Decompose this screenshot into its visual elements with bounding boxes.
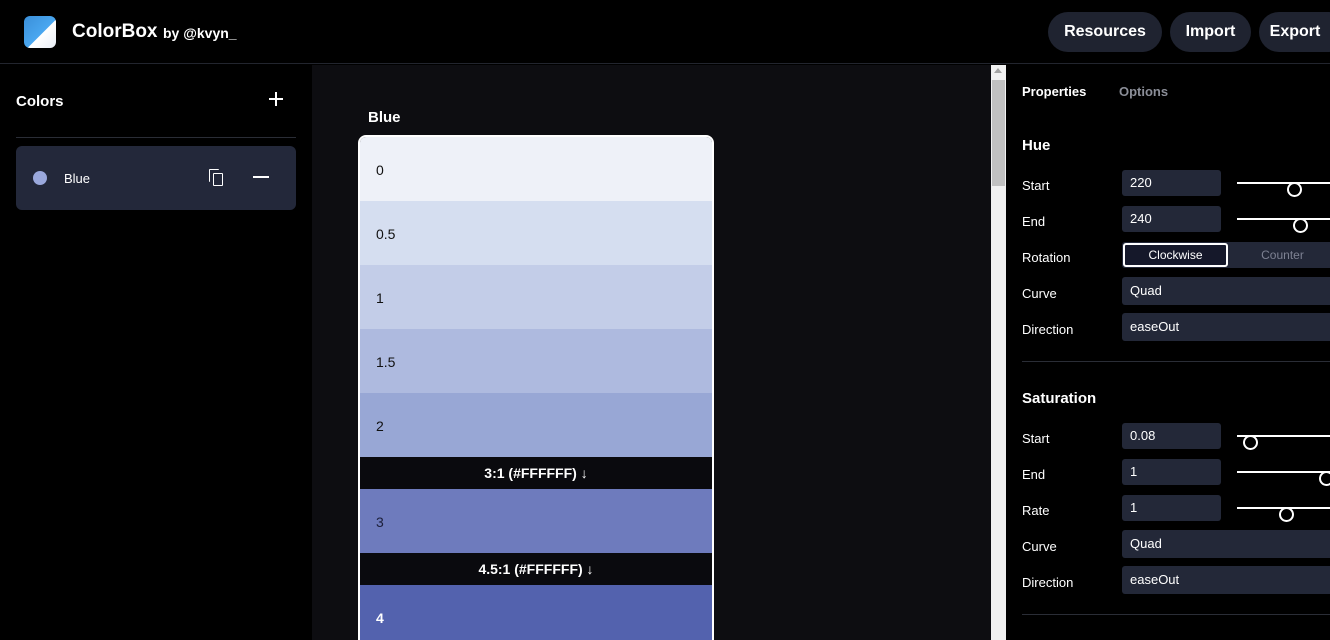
tab-options[interactable]: Options [1119, 84, 1168, 99]
rotation-clockwise[interactable]: Clockwise [1123, 243, 1228, 267]
main-scrollbar[interactable] [991, 65, 1006, 640]
tab-properties[interactable]: Properties [1022, 84, 1086, 99]
saturation-curve-label: Curve [1022, 539, 1057, 554]
colors-sidebar: Colors Blue [0, 65, 312, 640]
hue-end-slider[interactable] [1237, 218, 1330, 220]
swatch-4[interactable]: 4 [360, 585, 712, 640]
saturation-curve-select[interactable]: Quad [1122, 530, 1330, 558]
saturation-title: Saturation [1022, 390, 1097, 407]
contrast-marker-4-5: 4.5:1 (#FFFFFF) ↓ [360, 553, 712, 585]
hue-start-label: Start [1022, 178, 1050, 193]
hue-start-slider-thumb[interactable] [1287, 182, 1302, 197]
hue-direction-label: Direction [1022, 322, 1074, 337]
color-item-label: Blue [64, 171, 91, 186]
swatch-label: 2 [376, 418, 384, 434]
swatch-column: 0 0.5 1 1.5 2 3:1 (#FFFFFF) ↓ 3 4.5:1 (#… [358, 135, 714, 640]
saturation-start-label: Start [1022, 431, 1050, 446]
saturation-rate-label: Rate [1022, 503, 1050, 518]
contrast-marker-3: 3:1 (#FFFFFF) ↓ [360, 457, 712, 489]
hue-end-slider-thumb[interactable] [1293, 218, 1308, 233]
swatch-0-5[interactable]: 0.5 [360, 201, 712, 265]
import-button[interactable]: Import [1170, 12, 1251, 52]
saturation-start-slider-thumb[interactable] [1243, 435, 1258, 450]
hue-curve-label: Curve [1022, 286, 1057, 301]
copy-icon[interactable] [207, 168, 225, 188]
palette-name: Blue [368, 109, 401, 126]
saturation-direction-label: Direction [1022, 575, 1074, 590]
swatch-label: 4 [376, 610, 384, 626]
saturation-end-slider[interactable] [1237, 471, 1330, 473]
swatch-label: 1 [376, 290, 384, 306]
section-divider [1022, 361, 1330, 362]
saturation-rate-slider-thumb[interactable] [1279, 507, 1294, 522]
colors-title: Colors [16, 93, 64, 110]
app-title: ColorBox [72, 21, 158, 42]
swatch-1[interactable]: 1 [360, 265, 712, 329]
saturation-end-slider-thumb[interactable] [1319, 471, 1330, 486]
saturation-start-input[interactable]: 0.08 [1122, 423, 1221, 449]
swatch-label: 3 [376, 514, 384, 530]
swatch-0[interactable]: 0 [360, 137, 712, 201]
properties-panel: Properties Options Hue Start 220 End 240… [1006, 65, 1330, 640]
saturation-direction-select[interactable]: easeOut [1122, 566, 1330, 594]
swatch-2[interactable]: 2 [360, 393, 712, 457]
scroll-up-arrow-icon[interactable] [994, 68, 1002, 73]
saturation-end-label: End [1022, 467, 1046, 482]
swatch-3[interactable]: 3 [360, 489, 712, 553]
saturation-rate-input[interactable]: 1 [1122, 495, 1221, 521]
palette-canvas: Blue 0 0.5 1 1.5 2 3:1 (#FFFFFF) ↓ 3 4.5… [312, 65, 991, 640]
hue-end-label: End [1022, 214, 1046, 229]
hue-curve-select[interactable]: Quad [1122, 277, 1330, 305]
swatch-label: 1.5 [376, 354, 396, 370]
hue-start-input[interactable]: 220 [1122, 170, 1221, 196]
swatch-1-5[interactable]: 1.5 [360, 329, 712, 393]
resources-button[interactable]: Resources [1048, 12, 1162, 52]
hue-end-input[interactable]: 240 [1122, 206, 1221, 232]
hue-title: Hue [1022, 137, 1051, 154]
rotation-counter[interactable]: Counter [1230, 243, 1330, 267]
section-divider [1022, 614, 1330, 615]
remove-icon[interactable] [252, 168, 270, 186]
color-swatch-dot [33, 171, 47, 185]
saturation-end-input[interactable]: 1 [1122, 459, 1221, 485]
sidebar-divider [16, 137, 296, 138]
add-color-icon[interactable] [266, 89, 286, 109]
color-item-blue[interactable]: Blue [16, 146, 296, 210]
app-author[interactable]: by @kvyn_ [163, 25, 237, 41]
rotation-toggle[interactable]: Clockwise Counter [1122, 242, 1330, 268]
scroll-thumb[interactable] [992, 80, 1005, 186]
hue-direction-select[interactable]: easeOut [1122, 313, 1330, 341]
swatch-label: 0.5 [376, 226, 396, 242]
export-button[interactable]: Export [1259, 12, 1330, 52]
colorbox-logo [24, 16, 56, 48]
top-bar: ColorBox by @kvyn_ Resources Import Expo… [0, 0, 1330, 64]
hue-rotation-label: Rotation [1022, 250, 1071, 265]
swatch-label: 0 [376, 162, 384, 178]
hue-start-slider[interactable] [1237, 182, 1330, 184]
